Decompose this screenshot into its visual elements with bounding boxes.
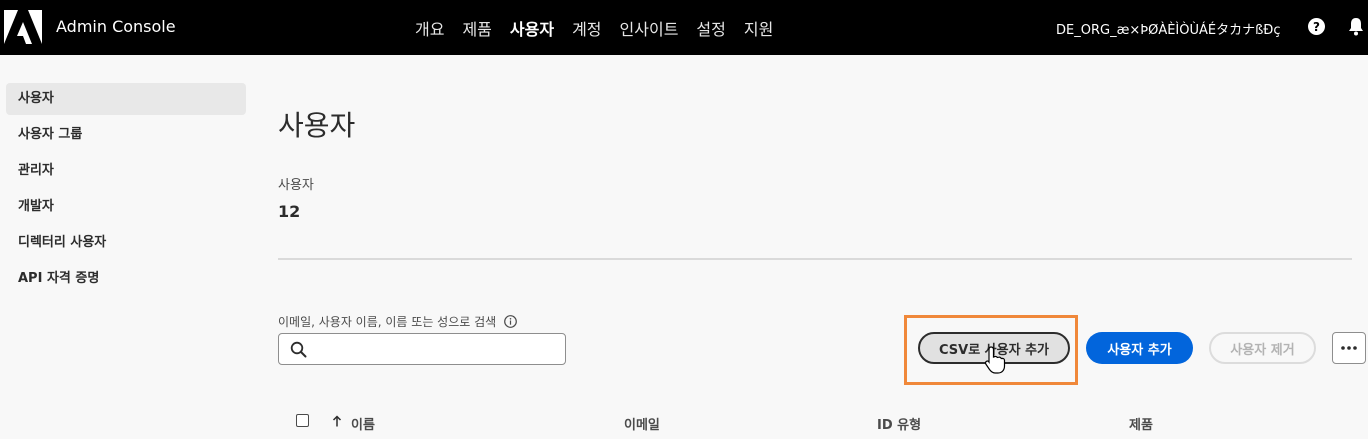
search-label-text: 이메일, 사용자 이름, 이름 또는 성으로 검색 [278,315,497,329]
nav-overview[interactable]: 개요 [415,16,444,40]
more-icon [1341,346,1357,350]
search-label: 이메일, 사용자 이름, 이름 또는 성으로 검색 [278,313,518,330]
divider [278,258,1352,260]
nav-account[interactable]: 계정 [572,16,601,40]
user-count-value: 12 [278,202,301,221]
column-header-products[interactable]: 제품 [1129,414,1153,433]
sidebar-item-admins[interactable]: 관리자 [6,155,246,187]
more-actions-button[interactable] [1332,332,1366,364]
nav-insights[interactable]: 인사이트 [620,16,679,40]
nav-products[interactable]: 제품 [462,16,491,40]
nav-support[interactable]: 지원 [744,16,773,40]
page-title: 사용자 [278,109,356,142]
sidebar-item-api-credentials[interactable]: API 자격 증명 [6,263,246,295]
sidebar-item-developers[interactable]: 개발자 [6,191,246,223]
main-nav: 개요 제품 사용자 계정 인사이트 설정 지원 [415,16,791,40]
sidebar-item-users[interactable]: 사용자 [6,83,246,115]
mouse-cursor-icon [984,346,1006,374]
column-header-email[interactable]: 이메일 [624,414,660,433]
org-switcher[interactable]: DE_ORG_æ×ÞØÀÈÌÒÙÁÉタカナßÐç [1056,19,1281,38]
select-all-checkbox[interactable] [296,414,309,427]
nav-users[interactable]: 사용자 [510,16,554,40]
adobe-logo[interactable] [4,10,42,44]
svg-text:?: ? [1313,20,1320,34]
table-header: 이름 이메일 ID 유형 제품 [278,408,1368,439]
search-field[interactable] [278,333,566,365]
remove-user-button[interactable]: 사용자 제거 [1209,332,1316,364]
app-title[interactable]: Admin Console [56,17,176,36]
search-input[interactable] [315,338,559,360]
info-icon[interactable] [504,315,518,328]
sidebar-item-user-groups[interactable]: 사용자 그룹 [6,119,246,151]
add-user-button[interactable]: 사용자 추가 [1086,332,1193,364]
bell-icon[interactable] [1348,17,1364,36]
search-icon [290,341,307,358]
nav-settings[interactable]: 설정 [696,16,725,40]
user-count-label: 사용자 [278,178,314,193]
column-header-name[interactable]: 이름 [351,414,375,433]
help-icon[interactable]: ? [1308,18,1325,35]
top-bar: Admin Console 개요 제품 사용자 계정 인사이트 설정 지원 DE… [0,0,1368,55]
sort-ascending-icon[interactable] [332,415,342,427]
column-header-id-type[interactable]: ID 유형 [877,414,921,433]
sidebar: 사용자 사용자 그룹 관리자 개발자 디렉터리 사용자 API 자격 증명 [6,83,246,299]
sidebar-item-directory-users[interactable]: 디렉터리 사용자 [6,227,246,259]
